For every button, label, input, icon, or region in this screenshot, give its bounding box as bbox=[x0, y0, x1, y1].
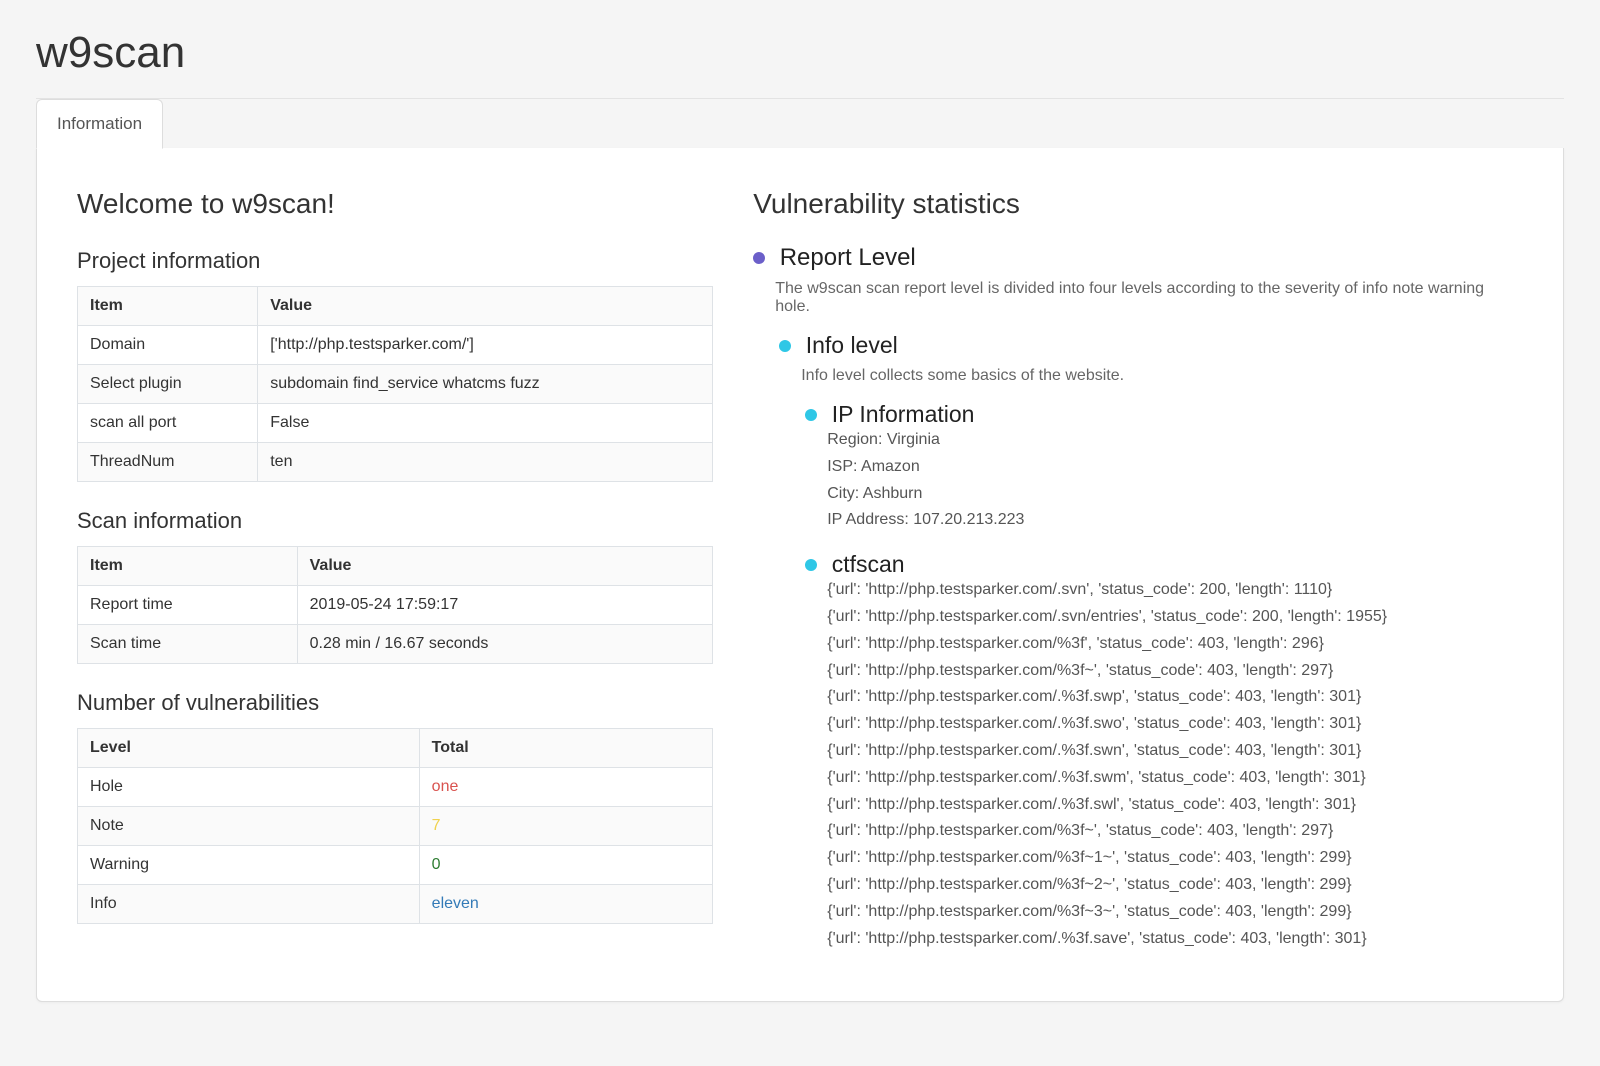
bullet-icon bbox=[779, 340, 791, 352]
cell-total: eleven bbox=[419, 885, 713, 924]
cell-item: Scan time bbox=[78, 625, 298, 664]
table-row: Note7 bbox=[78, 807, 713, 846]
cell-level: Hole bbox=[78, 768, 420, 807]
ctfscan-body: {'url': 'http://php.testsparker.com/.svn… bbox=[827, 578, 1523, 951]
cell-item: ThreadNum bbox=[78, 443, 258, 482]
cell-item: Select plugin bbox=[78, 365, 258, 404]
app-title: w9scan bbox=[36, 28, 1564, 78]
ctfscan-line: {'url': 'http://php.testsparker.com/.%3f… bbox=[827, 927, 1523, 952]
scan-th-value: Value bbox=[297, 547, 713, 586]
cell-item: Report time bbox=[78, 586, 298, 625]
cell-total: 0 bbox=[419, 846, 713, 885]
table-row: Infoeleven bbox=[78, 885, 713, 924]
ctfscan-title: ctfscan bbox=[832, 551, 905, 577]
ctfscan-line: {'url': 'http://php.testsparker.com/.%3f… bbox=[827, 712, 1523, 737]
vuln-th-level: Level bbox=[78, 729, 420, 768]
ctfscan-line: {'url': 'http://php.testsparker.com/%3f~… bbox=[827, 819, 1523, 844]
cell-value: ['http://php.testsparker.com/'] bbox=[258, 326, 713, 365]
vuln-th-total: Total bbox=[419, 729, 713, 768]
scan-info-table: Item Value Report time2019-05-24 17:59:1… bbox=[77, 546, 713, 664]
info-level-title: Info level bbox=[806, 332, 898, 358]
ip-info-line: Region: Virginia bbox=[827, 428, 1523, 453]
cell-level: Note bbox=[78, 807, 420, 846]
vuln-count-table: Level Total HoleoneNote7Warning0Infoelev… bbox=[77, 728, 713, 924]
cell-value: False bbox=[258, 404, 713, 443]
ctfscan-line: {'url': 'http://php.testsparker.com/%3f~… bbox=[827, 659, 1523, 684]
cell-value: 2019-05-24 17:59:17 bbox=[297, 586, 713, 625]
project-th-item: Item bbox=[78, 287, 258, 326]
ip-info-title: IP Information bbox=[832, 401, 975, 427]
ctfscan-line: {'url': 'http://php.testsparker.com/.%3f… bbox=[827, 685, 1523, 710]
cell-level: Info bbox=[78, 885, 420, 924]
project-info-heading: Project information bbox=[77, 248, 713, 274]
ctfscan-line: {'url': 'http://php.testsparker.com/%3f~… bbox=[827, 900, 1523, 925]
table-row: Select pluginsubdomain find_service what… bbox=[78, 365, 713, 404]
cell-total: one bbox=[419, 768, 713, 807]
report-level-title: Report Level bbox=[780, 244, 916, 271]
tab-information[interactable]: Information bbox=[36, 99, 163, 149]
info-level-desc: Info level collects some basics of the w… bbox=[801, 367, 1523, 385]
ctfscan-line: {'url': 'http://php.testsparker.com/%3f~… bbox=[827, 846, 1523, 871]
table-row: Report time2019-05-24 17:59:17 bbox=[78, 586, 713, 625]
cell-level: Warning bbox=[78, 846, 420, 885]
table-row: Scan time0.28 min / 16.67 seconds bbox=[78, 625, 713, 664]
ip-info-line: City: Ashburn bbox=[827, 482, 1523, 507]
ctfscan-line: {'url': 'http://php.testsparker.com/.%3f… bbox=[827, 766, 1523, 791]
report-level-desc: The w9scan scan report level is divided … bbox=[775, 280, 1523, 316]
cell-value: ten bbox=[258, 443, 713, 482]
table-row: Domain['http://php.testsparker.com/'] bbox=[78, 326, 713, 365]
vuln-count-heading: Number of vulnerabilities bbox=[77, 690, 713, 716]
ctfscan-line: {'url': 'http://php.testsparker.com/.%3f… bbox=[827, 793, 1523, 818]
table-row: ThreadNumten bbox=[78, 443, 713, 482]
welcome-heading: Welcome to w9scan! bbox=[77, 188, 713, 220]
ip-info-line: IP Address: 107.20.213.223 bbox=[827, 508, 1523, 533]
table-row: Holeone bbox=[78, 768, 713, 807]
panel-information: Welcome to w9scan! Project information I… bbox=[36, 148, 1564, 1002]
project-th-value: Value bbox=[258, 287, 713, 326]
ctfscan-line: {'url': 'http://php.testsparker.com/%3f~… bbox=[827, 873, 1523, 898]
cell-total: 7 bbox=[419, 807, 713, 846]
vuln-stats-heading: Vulnerability statistics bbox=[753, 188, 1523, 220]
table-row: Warning0 bbox=[78, 846, 713, 885]
cell-value: subdomain find_service whatcms fuzz bbox=[258, 365, 713, 404]
bullet-icon bbox=[753, 252, 765, 264]
ctfscan-line: {'url': 'http://php.testsparker.com/.%3f… bbox=[827, 739, 1523, 764]
scan-th-item: Item bbox=[78, 547, 298, 586]
tab-strip: Information bbox=[36, 98, 1564, 148]
ctfscan-line: {'url': 'http://php.testsparker.com/.svn… bbox=[827, 605, 1523, 630]
ip-info-line: ISP: Amazon bbox=[827, 455, 1523, 480]
ip-info-body: Region: VirginiaISP: AmazonCity: Ashburn… bbox=[827, 428, 1523, 533]
table-row: scan all portFalse bbox=[78, 404, 713, 443]
scan-info-heading: Scan information bbox=[77, 508, 713, 534]
cell-value: 0.28 min / 16.67 seconds bbox=[297, 625, 713, 664]
project-info-table: Item Value Domain['http://php.testsparke… bbox=[77, 286, 713, 482]
bullet-icon bbox=[805, 409, 817, 421]
cell-item: scan all port bbox=[78, 404, 258, 443]
cell-item: Domain bbox=[78, 326, 258, 365]
ctfscan-line: {'url': 'http://php.testsparker.com/%3f'… bbox=[827, 632, 1523, 657]
bullet-icon bbox=[805, 559, 817, 571]
ctfscan-line: {'url': 'http://php.testsparker.com/.svn… bbox=[827, 578, 1523, 603]
